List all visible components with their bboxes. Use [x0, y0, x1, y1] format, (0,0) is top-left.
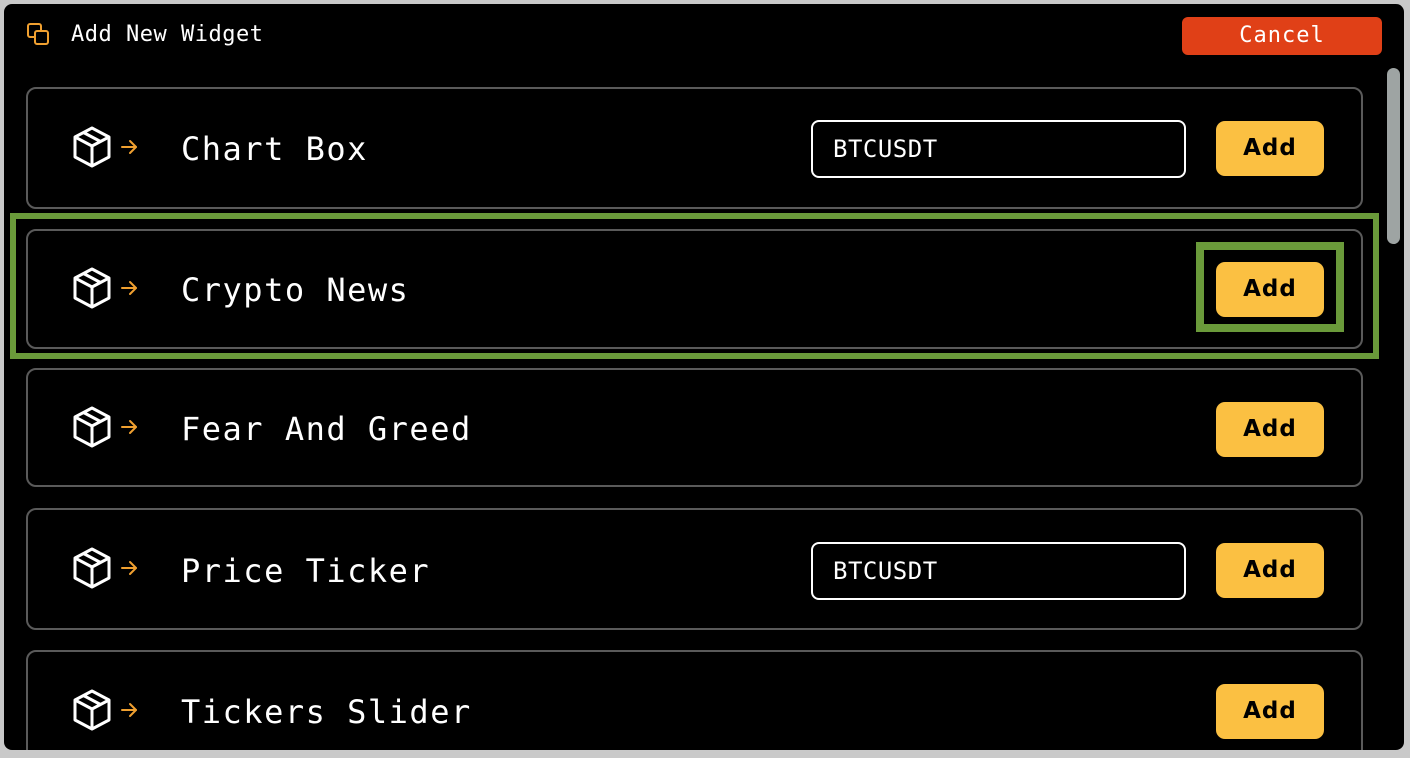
widget-row-price-ticker: Price Ticker Add [26, 508, 1363, 630]
widget-row-fear-and-greed: Fear And Greed Add [26, 368, 1363, 487]
add-button[interactable]: Add [1216, 684, 1324, 739]
scrollbar-thumb[interactable] [1387, 68, 1400, 244]
widget-label: Tickers Slider [181, 693, 472, 731]
symbol-input[interactable] [811, 120, 1186, 178]
box-arrow-icon [73, 406, 137, 448]
add-button[interactable]: Add [1216, 543, 1324, 598]
widget-label: Crypto News [181, 271, 410, 309]
add-button[interactable]: Add [1216, 402, 1324, 457]
widget-row-tickers-slider: Tickers Slider Add [26, 650, 1363, 750]
widget-label: Price Ticker [181, 552, 431, 590]
add-button[interactable]: Add [1216, 121, 1324, 176]
widget-row-crypto-news: Crypto News Add [26, 229, 1363, 349]
widget-label: Chart Box [181, 130, 368, 168]
box-arrow-icon [73, 547, 137, 589]
widget-label: Fear And Greed [181, 410, 472, 448]
add-widget-dialog: Add New Widget Cancel Chart Box Add [4, 4, 1404, 750]
box-arrow-icon [73, 126, 137, 168]
box-arrow-icon [73, 689, 137, 731]
add-button[interactable]: Add [1216, 262, 1324, 317]
symbol-input[interactable] [811, 542, 1186, 600]
widget-list: Chart Box Add Crypto News Add [4, 4, 1404, 750]
box-arrow-icon [73, 267, 137, 309]
widget-row-chart-box: Chart Box Add [26, 87, 1363, 209]
